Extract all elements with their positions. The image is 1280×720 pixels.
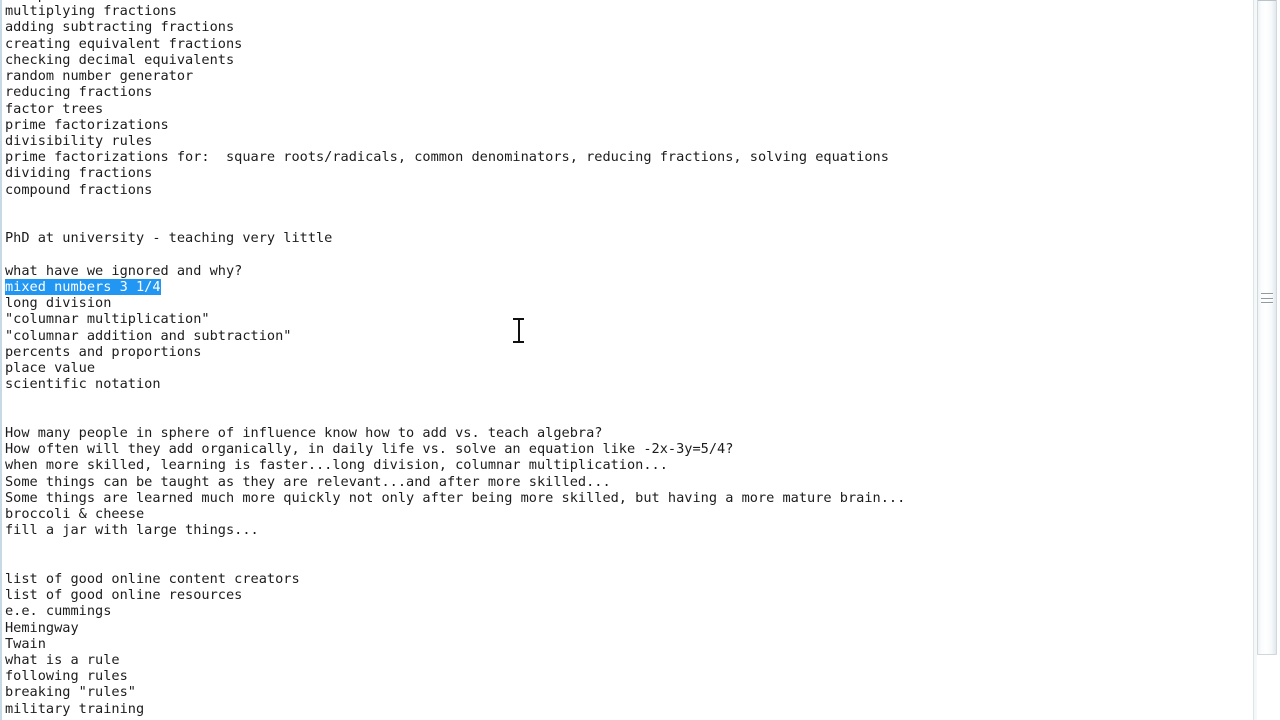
document-line[interactable]: compound fractions [2,182,1253,198]
document-line[interactable]: military training [2,701,1253,717]
document-line[interactable]: prime factorizations [2,117,1253,133]
document-line[interactable]: e.e. cummings [2,603,1253,619]
document-line[interactable]: "columnar multiplication" [2,311,1253,327]
document-line[interactable]: factor trees [2,101,1253,117]
document-line[interactable] [2,538,1253,554]
document-line[interactable]: reducing fractions [2,84,1253,100]
document-line[interactable]: multiplying fractions [2,3,1253,19]
document-line[interactable]: percents and proportions [2,344,1253,360]
document-line[interactable]: Hemingway [2,620,1253,636]
document-line[interactable]: divisibility rules [2,133,1253,149]
document-line[interactable]: fill a jar with large things... [2,522,1253,538]
document-line[interactable]: How many people in sphere of influence k… [2,425,1253,441]
document-line[interactable]: PhD at university - teaching very little [2,230,1253,246]
scrollbar-thumb[interactable] [1257,0,1277,655]
document-line[interactable]: creating equivalent fractions [2,36,1253,52]
document-lines: reciprocalsmultiplying fractionsadding s… [2,0,1253,717]
document-line[interactable]: Some things can be taught as they are re… [2,474,1253,490]
document-line[interactable]: long division [2,295,1253,311]
vertical-scrollbar[interactable] [1253,0,1280,720]
document-line[interactable]: place value [2,360,1253,376]
document-line[interactable]: scientific notation [2,376,1253,392]
document-line[interactable]: prime factorizations for: square roots/r… [2,149,1253,165]
document-line[interactable]: "columnar addition and subtraction" [2,328,1253,344]
document-line[interactable]: what is a rule [2,652,1253,668]
document-line[interactable] [2,392,1253,408]
scrollbar-grip-icon [1261,293,1273,304]
text-document-area[interactable]: reciprocalsmultiplying fractionsadding s… [0,0,1253,720]
document-line[interactable]: adding subtracting fractions [2,19,1253,35]
document-line[interactable]: when more skilled, learning is faster...… [2,457,1253,473]
document-line-selected[interactable]: mixed numbers 3 1/4 [2,278,1253,295]
selection-highlight: mixed numbers 3 1/4 [5,278,161,295]
document-line[interactable]: following rules [2,668,1253,684]
document-line[interactable]: what have we ignored and why? [2,263,1253,279]
document-line[interactable] [2,555,1253,571]
document-line[interactable] [2,198,1253,214]
document-line[interactable]: random number generator [2,68,1253,84]
document-line[interactable]: checking decimal equivalents [2,52,1253,68]
document-line[interactable] [2,247,1253,263]
document-line[interactable]: Some things are learned much more quickl… [2,490,1253,506]
document-line[interactable]: breaking "rules" [2,684,1253,700]
document-line[interactable] [2,409,1253,425]
document-window: reciprocalsmultiplying fractionsadding s… [0,0,1280,720]
document-line[interactable]: list of good online resources [2,587,1253,603]
document-line[interactable]: Twain [2,636,1253,652]
document-line[interactable] [2,214,1253,230]
document-line[interactable]: broccoli & cheese [2,506,1253,522]
document-line[interactable]: list of good online content creators [2,571,1253,587]
document-line[interactable]: dividing fractions [2,165,1253,181]
document-line[interactable]: How often will they add organically, in … [2,441,1253,457]
